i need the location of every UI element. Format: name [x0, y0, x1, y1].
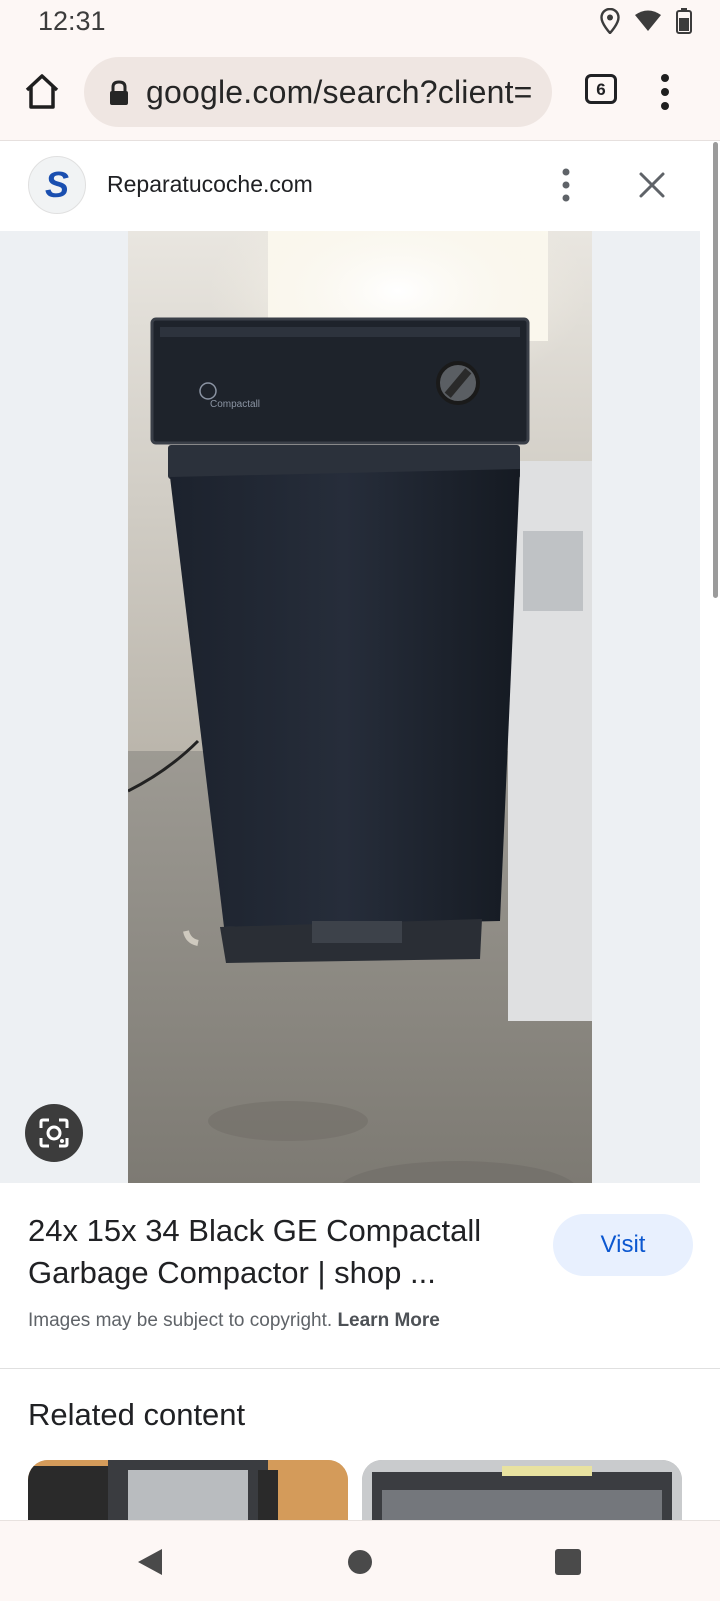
result-title[interactable]: 24x 15x 34 Black GE Compactall Garbage C… — [28, 1210, 528, 1294]
related-card[interactable] — [362, 1460, 682, 1520]
home-circle-icon[interactable] — [347, 1549, 373, 1575]
recents-icon[interactable] — [555, 1549, 581, 1575]
visit-button[interactable]: Visit — [553, 1214, 693, 1276]
result-image[interactable]: Compactall — [128, 231, 592, 1183]
copyright-text: Images may be subject to copyright. — [28, 1310, 333, 1331]
site-logo[interactable]: S — [28, 156, 86, 214]
close-icon[interactable] — [638, 171, 666, 199]
status-time: 12:31 — [38, 6, 106, 36]
status-bar: 12:31 — [0, 0, 720, 44]
related-card[interactable] — [28, 1460, 348, 1520]
system-navigation-bar — [0, 1520, 720, 1601]
back-icon[interactable] — [135, 1547, 165, 1577]
site-logo-glyph: S — [45, 164, 69, 205]
google-lens-button[interactable] — [25, 1104, 83, 1162]
more-options-icon[interactable] — [561, 167, 571, 203]
learn-more-link[interactable]: Learn More — [337, 1310, 439, 1331]
lock-icon — [110, 80, 128, 105]
related-card-thumbnail — [28, 1460, 348, 1520]
tab-switcher-button[interactable]: 6 — [585, 74, 617, 104]
image-stage: Compactall — [0, 231, 700, 1183]
location-icon — [600, 8, 620, 34]
url-text[interactable]: google.com/search?client= — [146, 74, 536, 111]
battery-icon — [676, 8, 692, 34]
image-viewer-header: S Reparatucoche.com — [0, 141, 700, 231]
compactor-photo: Compactall — [128, 231, 592, 1183]
page-scrollbar[interactable] — [713, 142, 718, 598]
lens-icon — [39, 1118, 69, 1148]
browser-menu-icon[interactable] — [655, 72, 675, 112]
wifi-icon — [635, 10, 661, 31]
browser-toolbar: google.com/search?client= 6 — [0, 44, 720, 141]
related-content-heading: Related content — [28, 1397, 246, 1432]
section-divider — [0, 1368, 720, 1369]
svg-text:Compactall: Compactall — [210, 399, 260, 410]
home-icon[interactable] — [20, 70, 64, 114]
site-logo-letter: S — [45, 164, 69, 205]
related-card-thumbnail — [362, 1460, 682, 1520]
site-name[interactable]: Reparatucoche.com — [107, 171, 313, 198]
status-icons — [600, 8, 692, 34]
copyright-notice: Images may be subject to copyright. Lear… — [28, 1310, 440, 1332]
